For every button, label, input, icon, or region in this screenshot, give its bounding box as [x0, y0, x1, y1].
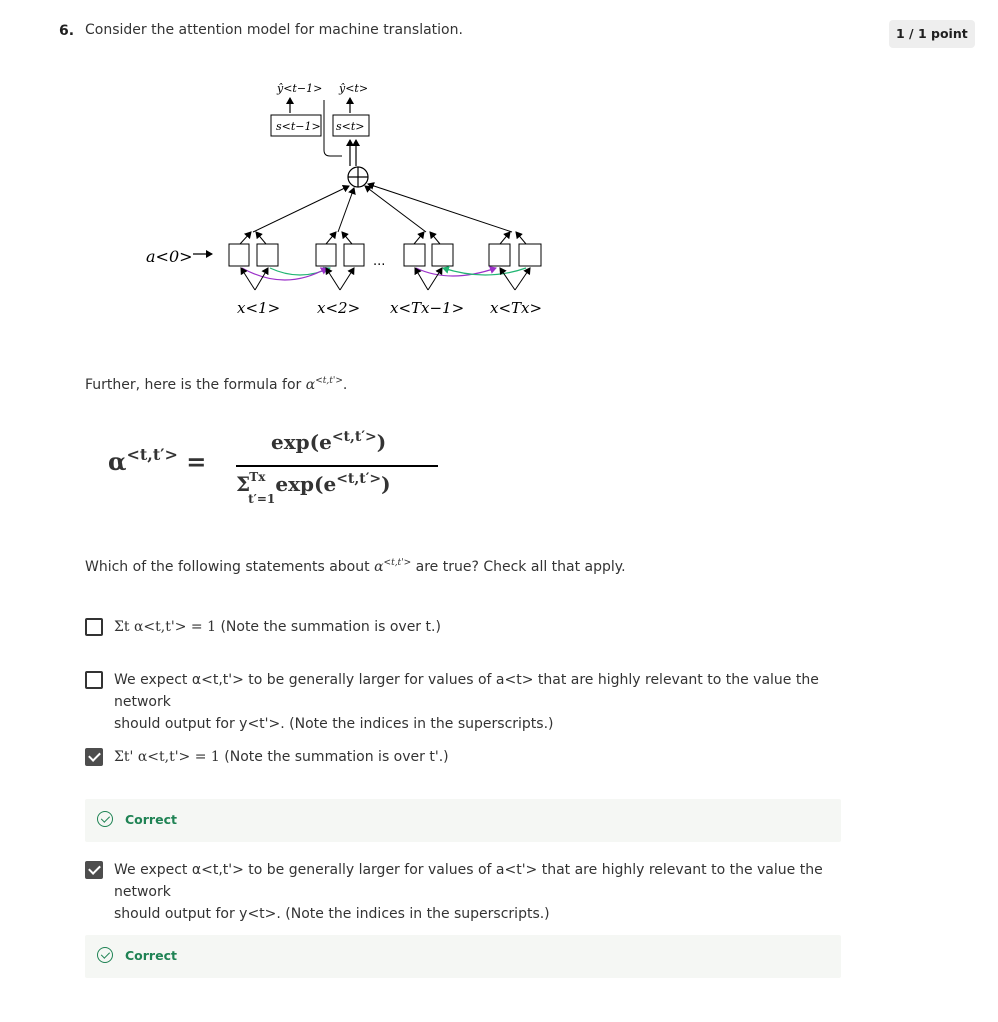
x1-label: x<1> [237, 299, 280, 317]
option-4-checkbox[interactable] [85, 861, 103, 879]
option-2-checkbox[interactable] [85, 671, 103, 689]
option-3-checkbox[interactable] [85, 748, 103, 766]
alpha-symbol: α [305, 377, 316, 393]
y-hat-curr-label: ŷ<t> [338, 82, 368, 95]
option-4-line1: We expect α<t,t'> to be generally larger… [114, 862, 823, 900]
x2-label: x<2> [317, 299, 360, 317]
attention-model-diagram: ŷ<t−1> ŷ<t> s<t−1> s<t> a<0> ... x<1> x<… [146, 82, 542, 317]
option-1-math: Σt α<t,t'> = 1 [114, 619, 216, 635]
formula-intro-text: Further, here is the formula for [85, 377, 302, 393]
xtx-label: x<Tx> [490, 299, 542, 317]
formula-intro-end: . [342, 377, 348, 393]
xtx1-label: x<Tx−1> [390, 299, 464, 317]
alpha-formula: α<t,t′> = exp(e<t,t′>) Σt′=1Tx exp(e<t,t′… [108, 425, 448, 515]
prompt-alpha-sup: <t,t'> [383, 558, 412, 568]
alpha-superscript: <t,t'> [315, 376, 343, 386]
check-circle-icon [97, 947, 113, 963]
option-2-line2: should output for y<t'>. (Note the indic… [114, 716, 554, 732]
feedback-label: Correct [125, 948, 177, 963]
option-3-text: (Note the summation is over t'.) [224, 749, 449, 765]
feedback-label: Correct [125, 812, 177, 827]
option-1-text: (Note the summation is over t.) [220, 619, 441, 635]
s-curr-label: s<t> [336, 120, 365, 133]
ellipsis: ... [373, 254, 385, 269]
a0-label: a<0> [146, 247, 193, 266]
option-2-line1: We expect α<t,t'> to be generally larger… [114, 672, 819, 710]
formula-intro: Further, here is the formula for α<t,t'>… [85, 376, 347, 393]
prompt-before: Which of the following statements about [85, 559, 370, 575]
y-hat-prev-label: ŷ<t−1> [276, 82, 322, 95]
option-3-math: Σt' α<t,t'> = 1 [114, 749, 220, 765]
check-circle-icon [97, 811, 113, 827]
feedback-correct-1: Correct [85, 799, 841, 842]
s-prev-label: s<t−1> [276, 120, 321, 133]
option-4-line2: should output for y<t>. (Note the indice… [114, 906, 550, 922]
feedback-correct-2: Correct [85, 935, 841, 978]
prompt-after: are true? Check all that apply. [415, 559, 626, 575]
option-1-checkbox[interactable] [85, 618, 103, 636]
question-prompt: Which of the following statements about … [85, 558, 626, 575]
prompt-alpha: α [374, 559, 384, 575]
